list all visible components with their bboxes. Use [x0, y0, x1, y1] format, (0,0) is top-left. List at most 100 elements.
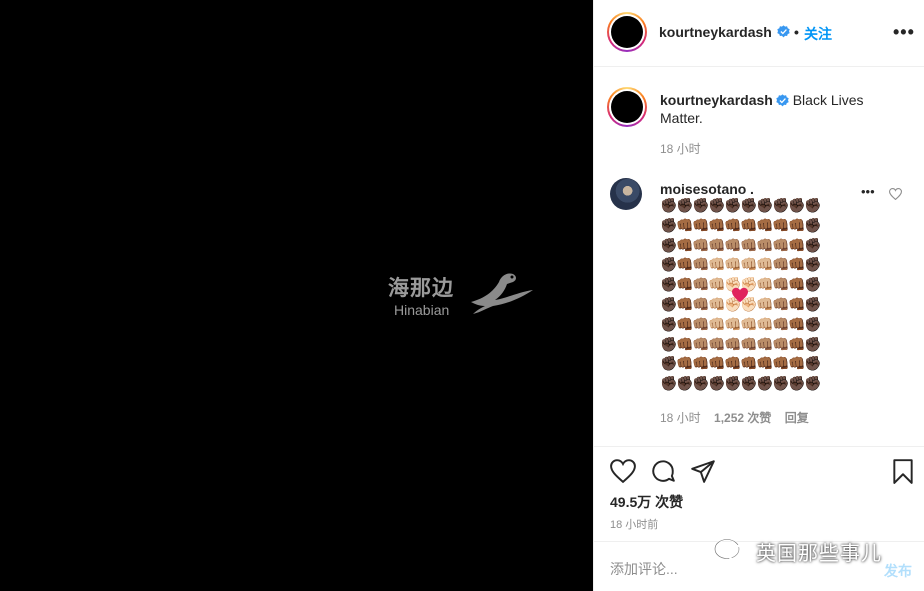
emoji-cell: 👊🏾: [724, 216, 742, 233]
emoji-cell: 👊🏽: [740, 236, 758, 253]
emoji-cell: 👊🏾: [724, 355, 742, 372]
emoji-cell: 👊🏽: [740, 335, 758, 352]
emoji-cell: ✊🏿: [692, 375, 710, 392]
emoji-cell: 👊🏼: [740, 256, 758, 273]
emoji-cell: ✊🏿: [804, 256, 822, 273]
comment-timestamp: 18 小时: [660, 411, 701, 425]
emoji-cell: 👊🏽: [692, 295, 710, 312]
emoji-cell: 👊🏽: [772, 335, 790, 352]
verified-badge-icon: [776, 94, 789, 107]
emoji-cell: ✊🏿: [804, 355, 822, 372]
bird-logo-icon: [471, 273, 533, 314]
emoji-cell: ✊🏿: [708, 197, 726, 213]
emoji-cell: 👊🏾: [788, 256, 806, 273]
emoji-cell: ✊🏿: [756, 197, 774, 213]
commenter-username[interactable]: moisesotano: [660, 181, 746, 197]
emoji-cell: 👊🏾: [740, 355, 758, 372]
post-comment-button[interactable]: 发布: [884, 561, 912, 581]
emoji-cell: ✊🏿: [788, 375, 806, 392]
emoji-cell: 👊🏾: [772, 355, 790, 372]
emoji-cell: 👊🏾: [756, 216, 774, 233]
emoji-cell: 👊🏾: [692, 216, 710, 233]
author-avatar[interactable]: [607, 12, 647, 52]
emoji-cell: 👊🏾: [788, 315, 806, 332]
emoji-cell: ✊🏿: [804, 216, 822, 233]
heart-icon[interactable]: [610, 458, 636, 484]
post-timestamp: 18 小时前: [610, 519, 659, 531]
post-media[interactable]: 海那边 Hinabian: [0, 0, 593, 591]
emoji-cell: 👊🏼: [756, 256, 774, 273]
emoji-cell: 👊🏾: [788, 216, 806, 233]
emoji-cell: 👊🏾: [788, 236, 806, 253]
emoji-cell: 👊🏽: [692, 315, 710, 332]
emoji-cell: 👊🏽: [772, 236, 790, 253]
emoji-cell: 👊🏼: [724, 256, 742, 273]
emoji-cell: 👊🏽: [756, 335, 774, 352]
emoji-cell: ✊🏿: [804, 295, 822, 312]
emoji-cell: 👊🏾: [676, 355, 694, 372]
emoji-cell: 👊🏾: [708, 216, 726, 233]
emoji-cell: ✊🏿: [660, 236, 678, 253]
emoji-cell: ✊🏿: [660, 315, 678, 332]
emoji-cell: ✊🏿: [660, 197, 678, 213]
post-header: kourtneykardash • 关注 •••: [594, 0, 924, 67]
emoji-cell: 👊🏼: [708, 276, 726, 293]
emoji-cell: 👊🏽: [692, 256, 710, 273]
emoji-cell: 👊🏽: [724, 335, 742, 352]
caption-timestamp: 18 小时: [660, 142, 701, 156]
emoji-cell: ✊🏿: [660, 335, 678, 352]
bookmark-icon[interactable]: [890, 458, 916, 484]
emoji-cell: 👊🏾: [676, 315, 694, 332]
follow-button[interactable]: 关注: [804, 24, 832, 44]
emoji-cell: ✊🏿: [692, 197, 710, 213]
reply-button[interactable]: 回复: [785, 411, 809, 425]
emoji-cell: 👊🏽: [724, 236, 742, 253]
emoji-cell: 👊🏽: [708, 335, 726, 352]
emoji-cell: 👊🏼: [724, 315, 742, 332]
emoji-cell: 👊🏾: [676, 335, 694, 352]
emoji-cell: ✊🏿: [660, 295, 678, 312]
emoji-cell: ✊🏿: [804, 335, 822, 352]
emoji-cell: ✊🏿: [756, 375, 774, 392]
emoji-cell: ✊🏿: [788, 197, 806, 213]
emoji-cell: 👊🏾: [676, 295, 694, 312]
like-count[interactable]: 49.5万 次赞: [610, 492, 683, 512]
emoji-cell: 👊🏾: [788, 295, 806, 312]
comment-meta: 18 小时 1,252 次赞 回复: [660, 409, 819, 426]
emoji-cell: 👊🏼: [756, 315, 774, 332]
emoji-cell: ✊🏿: [676, 197, 694, 213]
emoji-cell: ✊🏿: [724, 197, 742, 213]
comment-like-icon[interactable]: [889, 188, 902, 200]
emoji-cell: 👊🏼: [708, 315, 726, 332]
caption-avatar[interactable]: [607, 87, 647, 127]
emoji-cell: 👊🏽: [692, 236, 710, 253]
red-heart-icon: [732, 287, 748, 303]
comment-icon[interactable]: [650, 458, 676, 484]
emoji-cell: 👊🏾: [676, 276, 694, 293]
caption-username[interactable]: kourtneykardash: [660, 92, 773, 108]
author-username[interactable]: kourtneykardash: [659, 24, 772, 40]
action-bar-divider: [594, 446, 924, 447]
emoji-cell: 👊🏽: [756, 236, 774, 253]
emoji-cell: ✊🏿: [772, 197, 790, 213]
emoji-cell: 👊🏾: [740, 216, 758, 233]
emoji-cell: ✊🏿: [724, 375, 742, 392]
emoji-cell: 👊🏾: [692, 355, 710, 372]
commenter-avatar[interactable]: [610, 178, 642, 210]
overlay-watermark-text: 英国那些事儿: [756, 542, 882, 565]
emoji-cell: 👊🏽: [692, 335, 710, 352]
paper-plane-icon[interactable]: [690, 458, 716, 484]
emoji-cell: 👊🏾: [788, 276, 806, 293]
caption-body: kourtneykardash Black Lives Matter.: [660, 91, 910, 127]
overlay-watermark: 英国那些事儿: [712, 536, 882, 566]
ellipsis-icon[interactable]: •••: [893, 22, 915, 43]
emoji-cell: ✊🏿: [804, 197, 822, 213]
comment-options-icon[interactable]: •••: [861, 184, 875, 199]
emoji-cell: 👊🏼: [756, 295, 774, 312]
emoji-cell: 👊🏾: [788, 355, 806, 372]
comment-likes[interactable]: 1,252 次赞: [714, 411, 771, 425]
verified-badge-icon: [777, 25, 790, 38]
emoji-cell: 👊🏽: [772, 295, 790, 312]
emoji-cell: 👊🏾: [676, 236, 694, 253]
emoji-cell: 👊🏽: [692, 276, 710, 293]
